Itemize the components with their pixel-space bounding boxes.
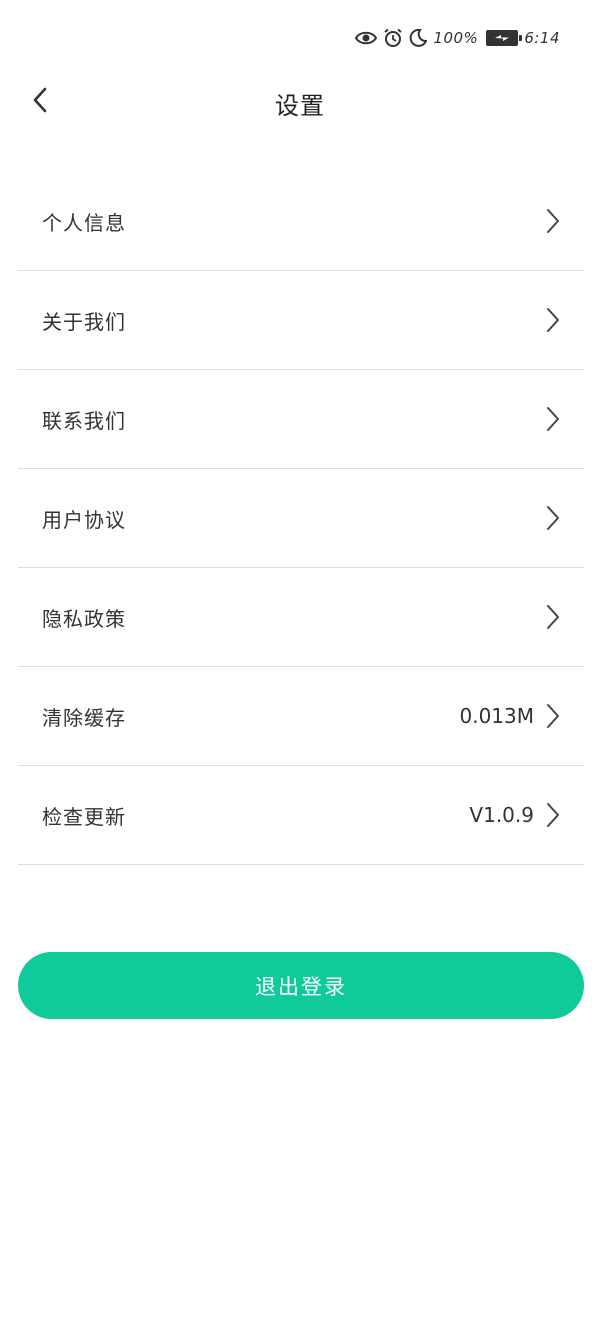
header: 设置 <box>0 70 600 134</box>
settings-item-label: 隐私政策 <box>42 606 126 631</box>
status-time: 6:14 <box>524 29 560 47</box>
settings-item-user-agreement[interactable]: 用户协议 <box>18 469 584 568</box>
settings-item-label: 清除缓存 <box>42 705 126 730</box>
battery-charging-icon <box>486 30 523 46</box>
status-bar: 100% 6:14 <box>355 22 560 54</box>
settings-item-label: 个人信息 <box>42 210 126 235</box>
chevron-right-icon <box>546 505 560 531</box>
logout-button[interactable]: 退出登录 <box>18 952 584 1019</box>
battery-percent: 100% <box>433 29 479 47</box>
settings-list: 个人信息 关于我们 联系我们 用户协议 隐私政策 清除缓存 0.013M 检查更… <box>18 172 584 865</box>
page-title: 设置 <box>275 92 325 120</box>
settings-item-label: 检查更新 <box>42 804 126 829</box>
settings-item-label: 关于我们 <box>42 309 126 334</box>
chevron-right-icon <box>546 703 560 729</box>
settings-item-label: 联系我们 <box>42 408 126 433</box>
settings-item-privacy-policy[interactable]: 隐私政策 <box>18 568 584 667</box>
eye-icon <box>355 30 378 46</box>
alarm-icon <box>383 28 403 48</box>
settings-item-clear-cache[interactable]: 清除缓存 0.013M <box>18 667 584 766</box>
moon-icon <box>409 29 428 47</box>
settings-item-label: 用户协议 <box>42 507 126 532</box>
chevron-right-icon <box>546 604 560 630</box>
settings-item-personal-info[interactable]: 个人信息 <box>18 172 584 271</box>
settings-item-about-us[interactable]: 关于我们 <box>18 271 584 370</box>
chevron-right-icon <box>546 406 560 432</box>
settings-item-check-update[interactable]: 检查更新 V1.0.9 <box>18 766 584 865</box>
version-value: V1.0.9 <box>469 803 534 827</box>
chevron-right-icon <box>546 802 560 828</box>
cache-size-value: 0.013M <box>459 704 534 728</box>
chevron-right-icon <box>546 307 560 333</box>
chevron-right-icon <box>546 208 560 234</box>
settings-item-contact-us[interactable]: 联系我们 <box>18 370 584 469</box>
